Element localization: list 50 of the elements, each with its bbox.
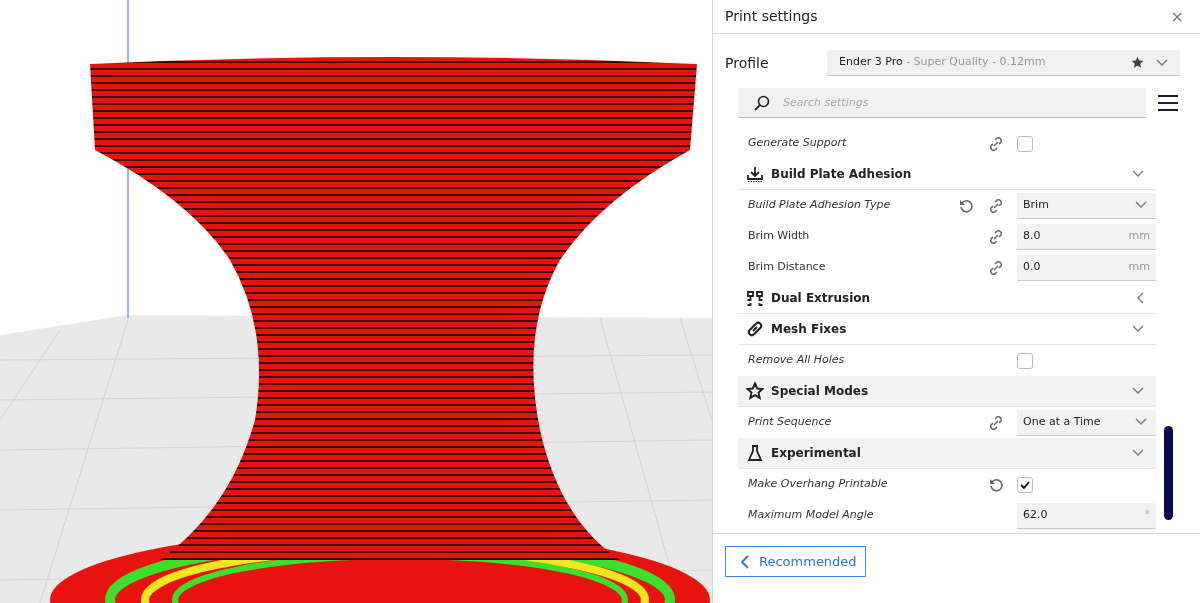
- checkbox[interactable]: [1017, 352, 1033, 369]
- link-icon[interactable]: [988, 197, 1004, 214]
- flask-icon: [746, 444, 764, 462]
- checkbox[interactable]: [1017, 476, 1033, 493]
- chevron-down-icon: [1135, 418, 1147, 426]
- chevron-left-icon: [740, 554, 749, 569]
- chevron-down-icon: [1156, 58, 1168, 67]
- checkbox[interactable]: [1017, 135, 1033, 152]
- scrollbar-thumb[interactable]: [1164, 426, 1173, 520]
- category-header[interactable]: Special Modes: [738, 376, 1156, 407]
- panel-title: Print settings: [725, 7, 818, 26]
- star-icon: [1131, 56, 1144, 69]
- chevron-down-icon: [1132, 325, 1144, 333]
- bandage-icon: [746, 320, 764, 338]
- search-icon: [754, 95, 770, 111]
- dropdown[interactable]: Brim: [1017, 192, 1156, 219]
- reset-icon[interactable]: [958, 197, 974, 214]
- chevron-down-icon: [1132, 387, 1144, 395]
- chevron-down-icon: [1132, 449, 1144, 457]
- link-icon[interactable]: [988, 135, 1004, 152]
- star-icon: [746, 382, 764, 400]
- chevron-down-icon: [1135, 201, 1147, 209]
- recommended-button[interactable]: Recommended: [725, 546, 866, 577]
- profile-dropdown[interactable]: Ender 3 Pro - Super Quality - 0.12mm: [827, 50, 1180, 76]
- close-button[interactable]: ×: [1166, 4, 1188, 29]
- profile-label: Profile: [725, 53, 770, 73]
- link-icon[interactable]: [988, 414, 1004, 431]
- setting-label: Generate Support: [748, 135, 848, 152]
- setting-label: Make Overhang Printable: [748, 476, 889, 493]
- setting-label: Remove All Holes: [748, 352, 846, 369]
- setting-label: Build Plate Adhesion Type: [748, 197, 892, 214]
- setting-label: Print Sequence: [748, 414, 833, 431]
- check-icon: [1020, 480, 1030, 489]
- chevron-down-icon: [1132, 170, 1144, 178]
- search-field[interactable]: Search settings: [738, 88, 1146, 118]
- menu-icon[interactable]: [1158, 94, 1178, 112]
- category-header[interactable]: Experimental: [738, 438, 1156, 469]
- number-field[interactable]: 0.0 mm: [1017, 254, 1156, 281]
- nozzles-icon: [746, 289, 764, 307]
- number-field[interactable]: 62.0 °: [1017, 502, 1156, 529]
- number-field[interactable]: 8.0 mm: [1017, 223, 1156, 250]
- setting-label: Brim Distance: [748, 259, 827, 276]
- link-icon[interactable]: [988, 259, 1004, 276]
- download-tray-icon: [746, 165, 764, 183]
- chevron-left-icon: [1136, 292, 1144, 304]
- setting-label: Brim Width: [748, 228, 811, 245]
- link-icon[interactable]: [988, 228, 1004, 245]
- setting-label: Maximum Model Angle: [748, 507, 875, 524]
- dropdown[interactable]: One at a Time: [1017, 409, 1156, 436]
- reset-icon[interactable]: [988, 476, 1004, 493]
